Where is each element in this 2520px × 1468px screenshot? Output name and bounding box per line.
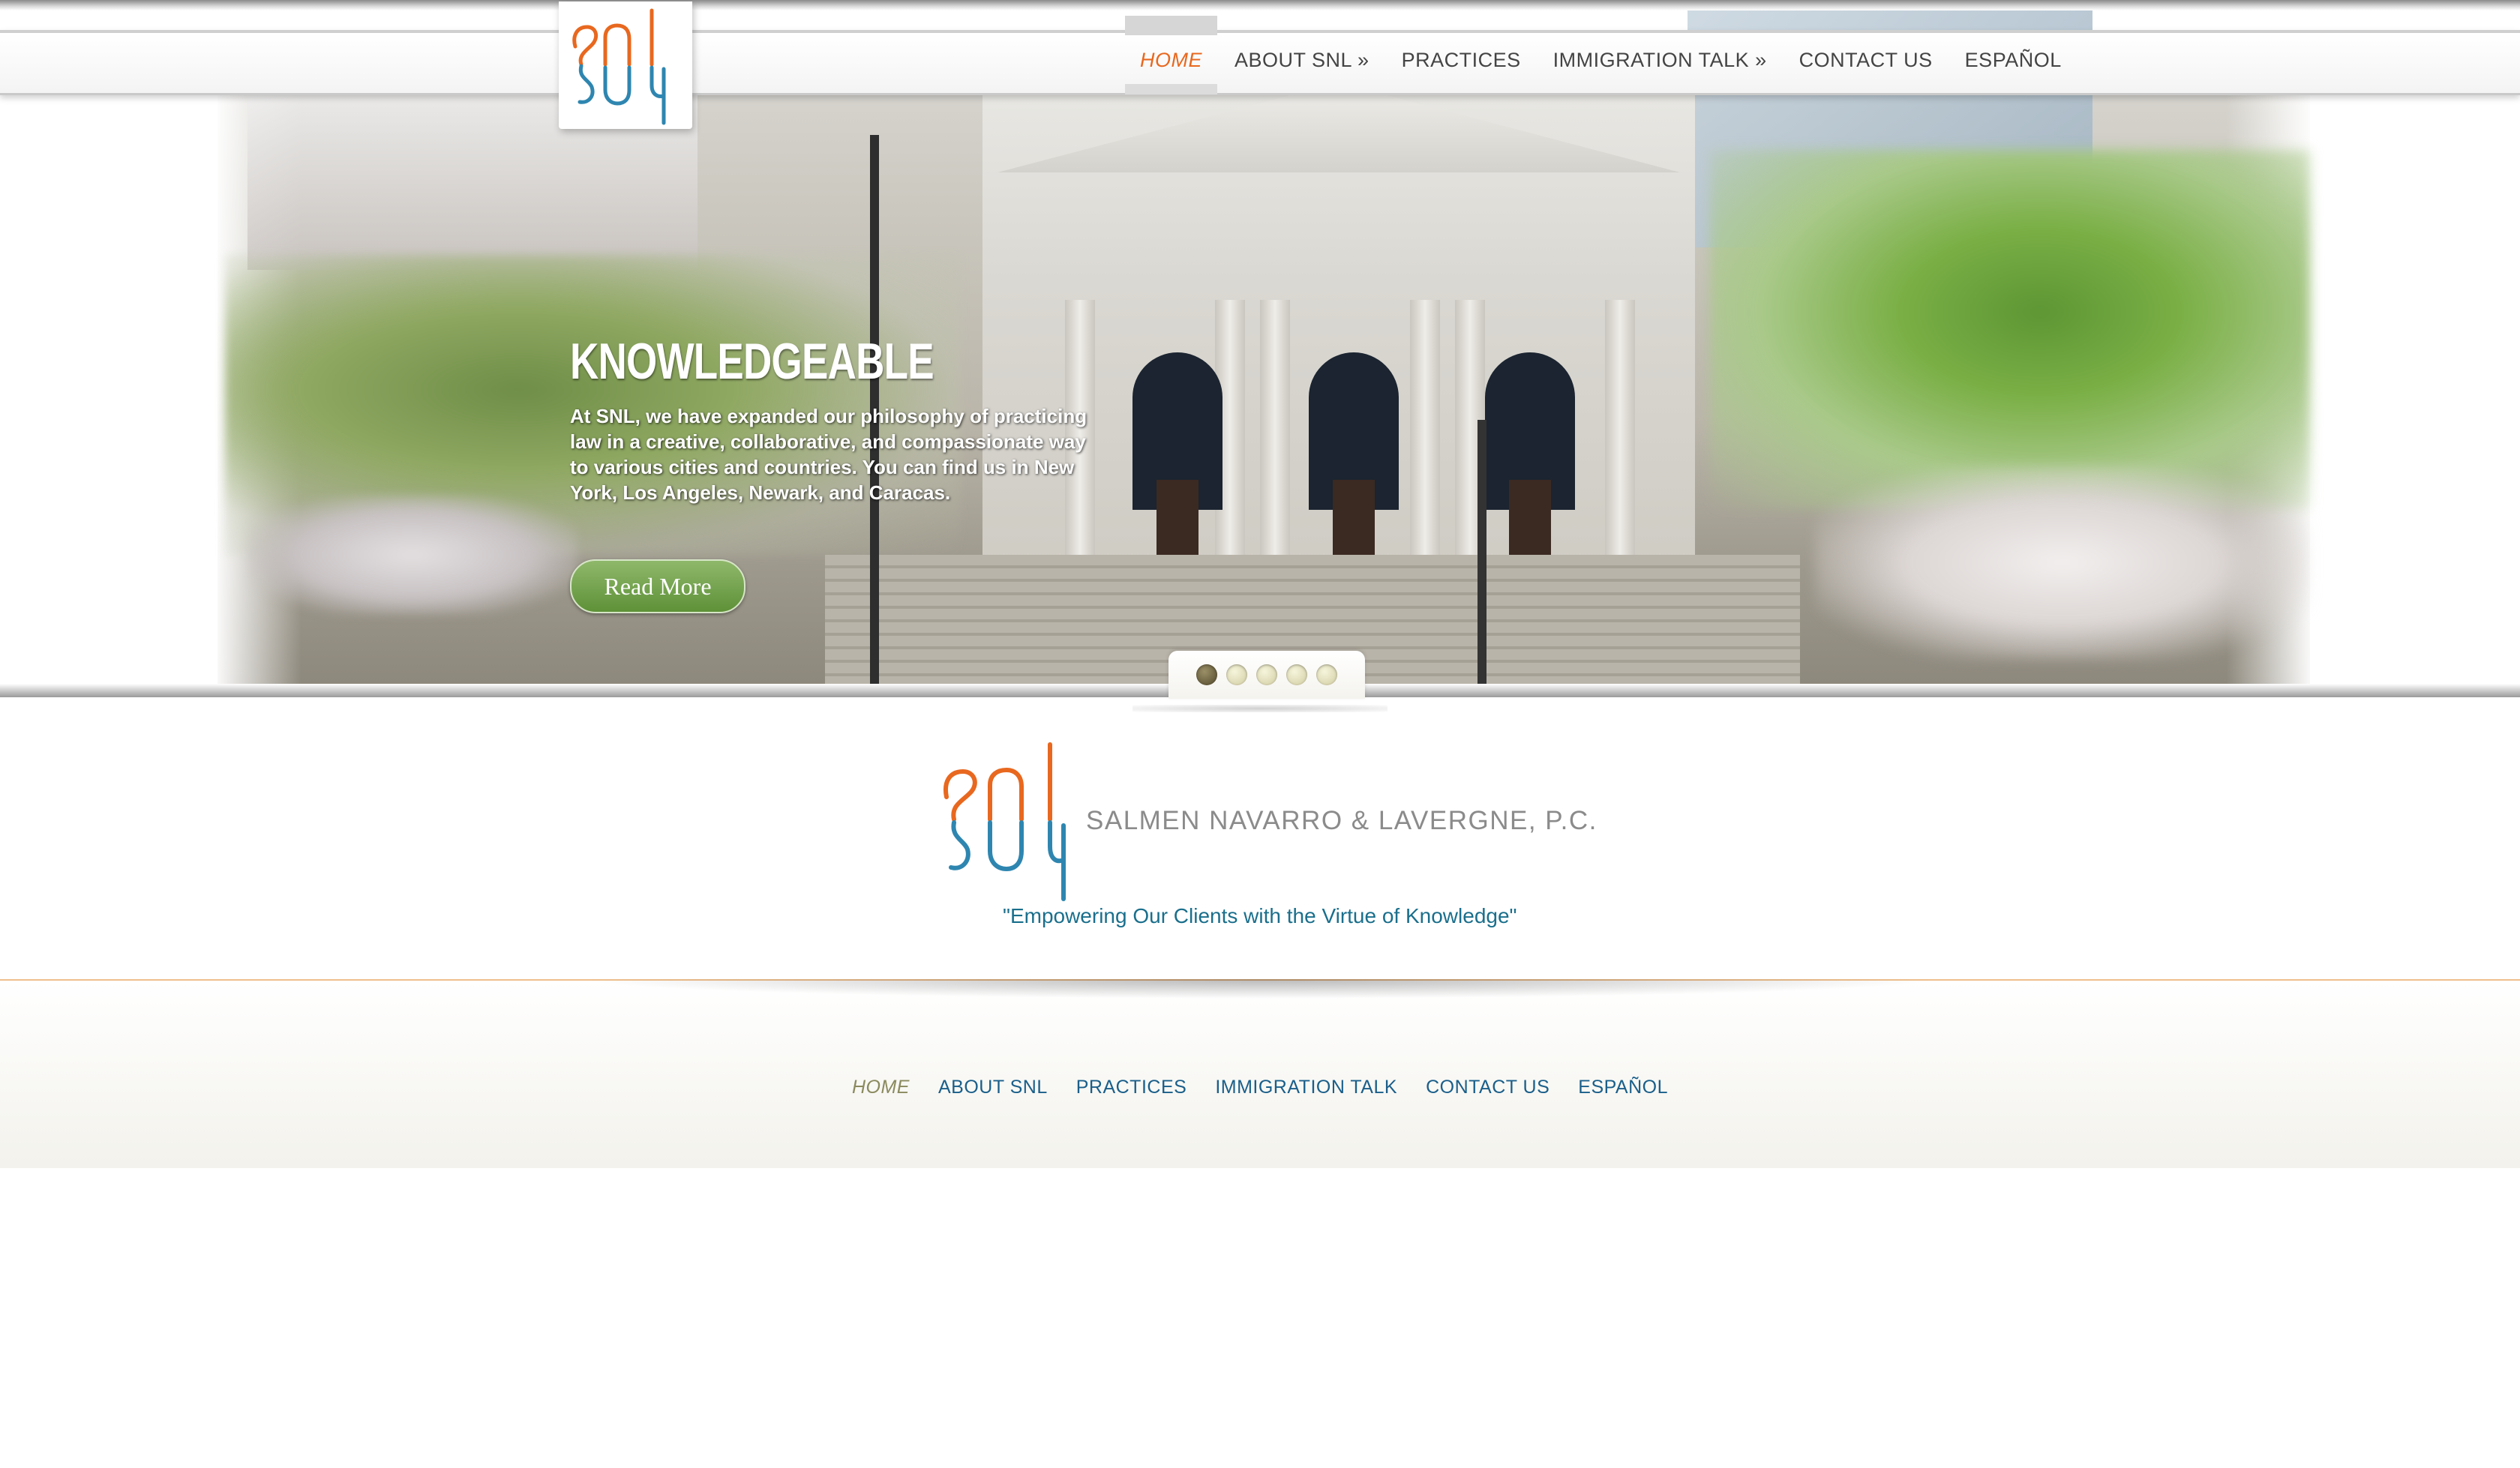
hero-title: KNOWLEDGEABLE <box>570 333 934 390</box>
slider-dot-1[interactable] <box>1196 664 1217 685</box>
slider-dot-2[interactable] <box>1226 664 1247 685</box>
footer-nav-home[interactable]: HOME <box>852 1077 910 1098</box>
read-more-button[interactable]: Read More <box>570 559 746 613</box>
firm-name: SALMEN NAVARRO & LAVERGNE, P.C. <box>1086 806 1598 835</box>
footer-nav-espanol[interactable]: ESPAÑOL <box>1578 1077 1668 1098</box>
footer-nav-immigration-talk[interactable]: IMMIGRATION TALK <box>1215 1077 1397 1098</box>
nav-contact-us[interactable]: CONTACT US <box>1799 49 1933 72</box>
footer-nav-contact-us[interactable]: CONTACT US <box>1426 1077 1550 1098</box>
snl-brand-logo-icon <box>944 742 1066 901</box>
trees-right <box>1710 150 2310 510</box>
nav-espanol[interactable]: ESPAÑOL <box>1965 49 2062 72</box>
brand-logo <box>938 738 1072 903</box>
slider-dot-5[interactable] <box>1316 664 1337 685</box>
nav-about-snl[interactable]: ABOUT SNL » <box>1234 49 1370 72</box>
building-column <box>1410 300 1440 570</box>
footer-shadow <box>578 979 1942 999</box>
building-door <box>1156 480 1198 555</box>
pagination-shadow <box>1132 705 1388 712</box>
top-shadow <box>0 0 2520 10</box>
main-nav: HOME ABOUT SNL » PRACTICES IMMIGRATION T… <box>1125 15 2094 94</box>
footer-nav: HOME ABOUT SNL PRACTICES IMMIGRATION TAL… <box>0 1077 2520 1098</box>
street-lamp <box>1478 420 1486 697</box>
building-column <box>1605 300 1635 570</box>
nav-immigration-talk[interactable]: IMMIGRATION TALK » <box>1553 49 1767 72</box>
blurred-car-left <box>248 495 578 615</box>
tagline: "Empowering Our Clients with the Virtue … <box>1003 904 1517 927</box>
footer <box>0 979 2520 1168</box>
snl-logo-icon <box>572 8 666 125</box>
hero-caption: KNOWLEDGEABLE At SNL, we have expanded o… <box>570 336 1095 505</box>
building-door <box>1509 480 1551 555</box>
hero-description: At SNL, we have expanded our philosophy … <box>570 405 1088 504</box>
blurred-car-right <box>1815 465 2310 660</box>
slider-pagination <box>1168 651 1365 699</box>
header-logo[interactable] <box>559 1 692 129</box>
footer-nav-practices[interactable]: PRACTICES <box>1076 1077 1187 1098</box>
slider-dot-3[interactable] <box>1256 664 1277 685</box>
building-column <box>1260 300 1290 570</box>
footer-nav-about-snl[interactable]: ABOUT SNL <box>938 1077 1048 1098</box>
building-door <box>1333 480 1375 555</box>
hero-slider <box>0 0 2520 697</box>
nav-home[interactable]: HOME <box>1125 15 1217 94</box>
slider-dot-4[interactable] <box>1286 664 1307 685</box>
nav-practices[interactable]: PRACTICES <box>1402 49 1521 72</box>
